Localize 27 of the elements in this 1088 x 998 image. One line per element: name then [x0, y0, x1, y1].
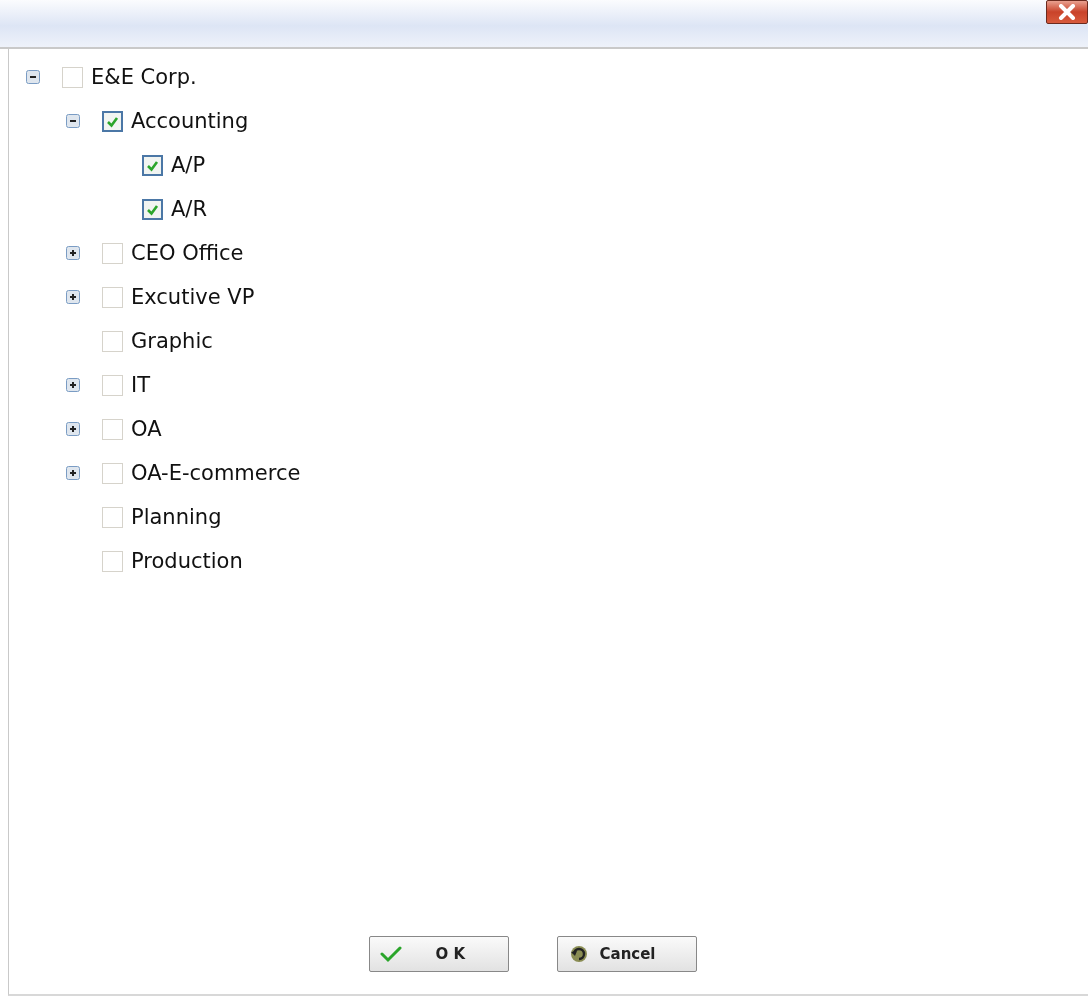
ok-button[interactable]: O K [368, 936, 509, 972]
checkbox[interactable] [102, 110, 123, 132]
collapse-icon[interactable] [26, 70, 40, 84]
tree-item-label[interactable]: Graphic [131, 329, 213, 353]
expand-icon[interactable] [66, 246, 80, 260]
expand-icon[interactable] [66, 422, 80, 436]
tree-item-label[interactable]: A/R [171, 197, 208, 221]
tree-item-label[interactable]: CEO Office [131, 241, 244, 265]
expand-icon[interactable] [66, 378, 80, 392]
close-icon [1056, 4, 1078, 20]
checkbox[interactable] [142, 154, 163, 176]
tree-item-label[interactable]: Planning [131, 505, 222, 529]
close-button[interactable] [1046, 0, 1088, 24]
tree-item-label[interactable]: Production [131, 549, 243, 573]
expand-icon[interactable] [66, 290, 80, 304]
tree-item-label[interactable]: Accounting [131, 109, 249, 133]
collapse-icon[interactable] [66, 114, 80, 128]
cancel-button[interactable]: Cancel [556, 936, 697, 972]
tree-item-label[interactable]: E&E Corp. [91, 65, 197, 89]
tree-item-label[interactable]: OA-E-commerce [131, 461, 301, 485]
tree-item-label[interactable]: OA [131, 417, 162, 441]
checkbox[interactable] [142, 198, 163, 220]
tree-item-label[interactable]: IT [131, 373, 151, 397]
tree-item-label[interactable]: Excutive VP [131, 285, 255, 309]
checkmark-icon [379, 944, 402, 964]
expand-icon[interactable] [66, 466, 80, 480]
tree-item-label[interactable]: A/P [171, 153, 206, 177]
